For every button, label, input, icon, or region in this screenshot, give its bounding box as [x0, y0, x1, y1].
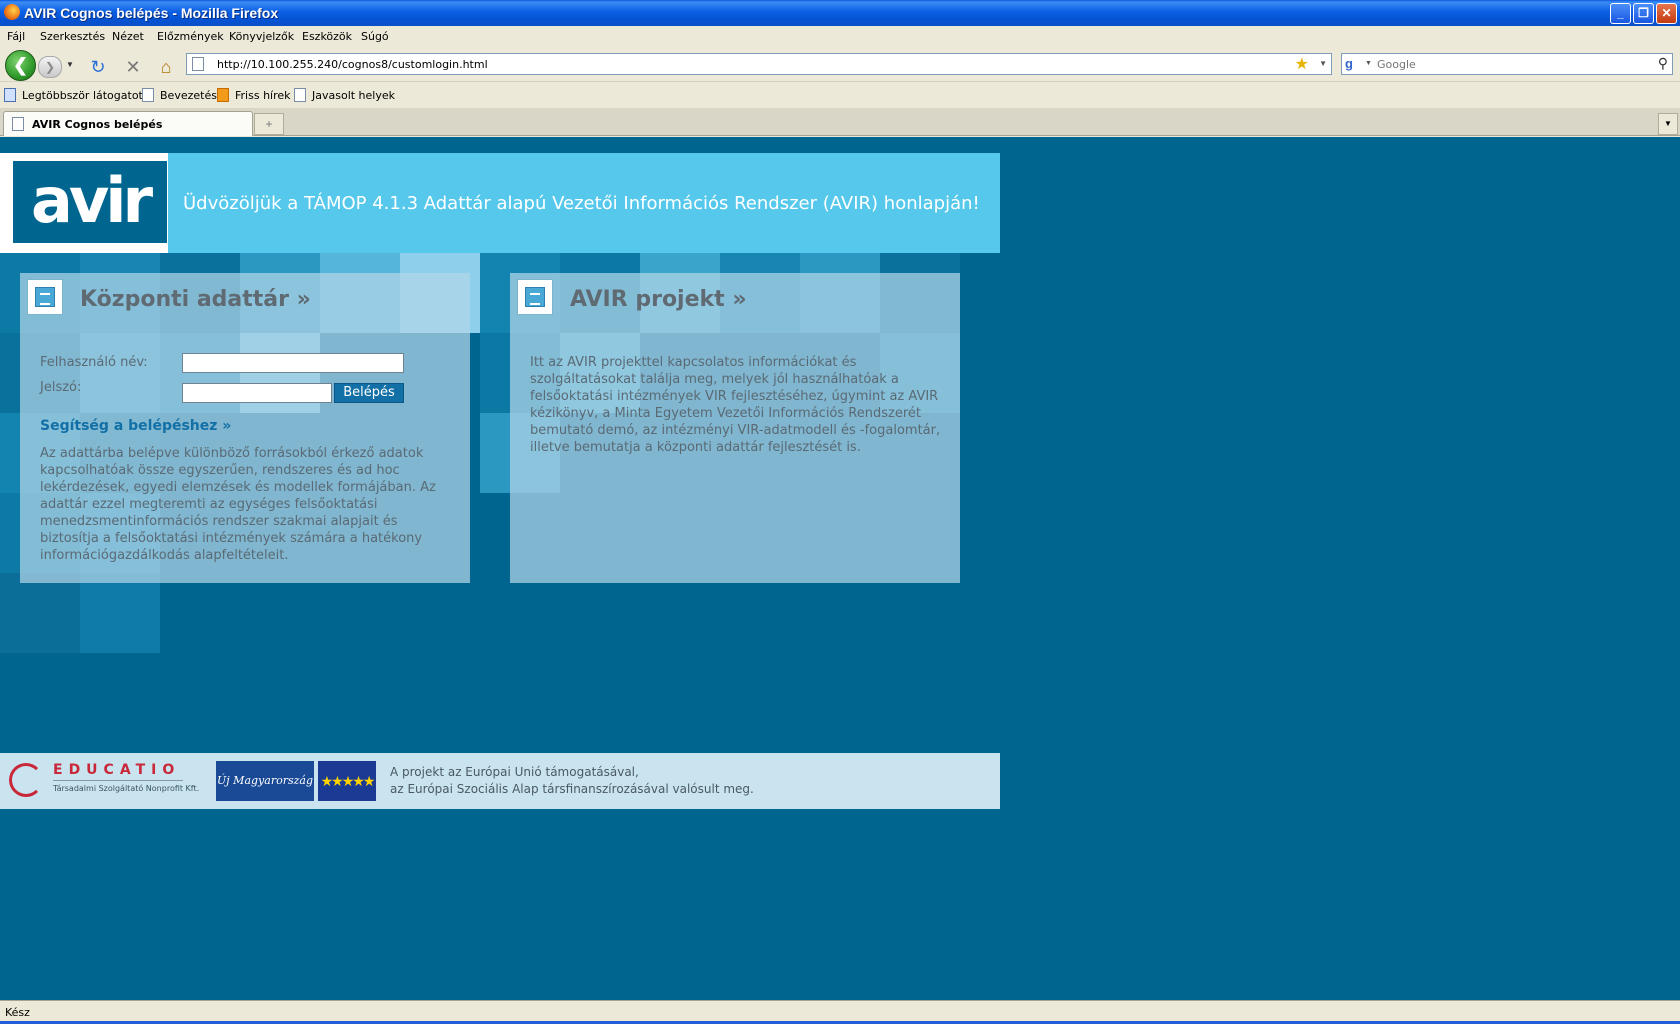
password-field[interactable]	[182, 383, 332, 403]
page-icon	[294, 88, 306, 102]
avir-logo: avir	[0, 153, 168, 253]
search-bar[interactable]: g ▼ ⚲	[1341, 53, 1673, 75]
reload-icon[interactable]: ↻	[87, 56, 109, 78]
window-titlebar: AVIR Cognos belépés - Mozilla Firefox _ …	[0, 0, 1680, 26]
status-text: Kész	[5, 1006, 30, 1019]
new-tab-button[interactable]: +	[254, 113, 284, 135]
footer-text-line2: az Európai Szociális Alap társfinanszíro…	[390, 782, 754, 796]
back-button[interactable]: ❮	[5, 50, 36, 81]
uj-magyarorszag-logo: Új Magyarország	[216, 761, 314, 801]
avir-project-title[interactable]: AVIR projekt »	[570, 287, 747, 312]
close-button[interactable]: ✕	[1656, 3, 1677, 24]
search-engine-dropdown-icon[interactable]: ▼	[1365, 60, 1372, 67]
restore-button[interactable]: ❐	[1633, 3, 1654, 24]
educatio-logo-icon	[9, 763, 43, 797]
bookmark-news[interactable]: Friss hírek	[217, 88, 291, 102]
username-label: Felhasználó név:	[40, 355, 148, 370]
site-footer: EDUCATIO Társadalmi Szolgáltató Nonprofi…	[0, 753, 1000, 809]
notepad-icon-inner	[525, 287, 545, 307]
notepad-icon	[27, 279, 63, 315]
bookmark-intro[interactable]: Bevezetés	[142, 88, 217, 102]
bookmarks-toolbar: Legtöbbször látogatott Bevezetés Friss h…	[0, 83, 1680, 107]
menu-file[interactable]: Fájl	[7, 30, 25, 43]
url-dropdown-icon[interactable]: ▼	[1319, 59, 1327, 68]
status-bar: Kész	[0, 1000, 1680, 1024]
menu-help[interactable]: Súgó	[361, 30, 389, 43]
history-dropdown-icon[interactable]: ▼	[66, 60, 74, 69]
bookmark-most-visited[interactable]: Legtöbbször látogatott	[4, 88, 147, 102]
login-button[interactable]: Belépés	[334, 383, 404, 403]
home-icon[interactable]: ⌂	[155, 56, 177, 78]
menu-history[interactable]: Előzmények	[157, 30, 224, 43]
central-repository-description: Az adattárba belépve különböző forrásokb…	[40, 446, 436, 563]
mosaic-tile	[0, 573, 80, 653]
window-title: AVIR Cognos belépés - Mozilla Firefox	[24, 5, 279, 21]
menu-tools[interactable]: Eszközök	[302, 30, 352, 43]
menu-bar: Fájl Szerkesztés Nézet Előzmények Könyvj…	[0, 26, 1680, 48]
username-field[interactable]	[182, 353, 404, 373]
password-label: Jelszó:	[40, 380, 82, 395]
list-all-tabs-icon[interactable]: ▼	[1658, 113, 1678, 135]
logo-text: avir	[31, 164, 153, 237]
page-icon	[12, 117, 24, 131]
tab-label: AVIR Cognos belépés	[32, 118, 163, 131]
logo-box: avir	[13, 161, 167, 243]
notepad-icon-inner	[35, 287, 55, 307]
educatio-name: EDUCATIO	[53, 762, 181, 778]
forward-button[interactable]: ❯	[38, 56, 62, 78]
tab-avir-cognos[interactable]: AVIR Cognos belépés	[3, 111, 253, 136]
educatio-subtitle: Társadalmi Szolgáltató Nonprofit Kft.	[53, 784, 200, 793]
navigation-toolbar: ❮ ❯ ▼ ↻ ✕ ⌂ http://10.100.255.240/cognos…	[0, 48, 1680, 82]
search-icon[interactable]: ⚲	[1658, 55, 1668, 72]
menu-bookmarks[interactable]: Könyvjelzők	[229, 30, 294, 43]
eu-flag-icon: ★★★★★	[318, 761, 376, 801]
menu-view[interactable]: Nézet	[112, 30, 144, 43]
mosaic-tile	[80, 573, 160, 653]
minimize-button[interactable]: _	[1610, 3, 1631, 24]
tab-strip: AVIR Cognos belépés + ▼	[0, 108, 1680, 136]
search-input[interactable]	[1377, 56, 1637, 72]
page-icon	[192, 57, 204, 71]
address-url[interactable]: http://10.100.255.240/cognos8/customlogi…	[217, 58, 488, 71]
bookmark-suggested[interactable]: Javasolt helyek	[294, 88, 395, 102]
avir-project-description: Itt az AVIR projekttel kapcsolatos infor…	[530, 355, 941, 455]
login-help-link[interactable]: Segítség a belépéshez »	[40, 418, 231, 434]
site-header: avir Üdvözöljük a TÁMOP 4.1.3 Adattár al…	[0, 153, 1000, 253]
central-repository-panel: Központi adattár » Felhasználó név: Jels…	[20, 273, 470, 583]
page-content: avir Üdvözöljük a TÁMOP 4.1.3 Adattár al…	[0, 137, 1680, 1000]
avir-project-panel: AVIR projekt » Itt az AVIR projekttel ka…	[510, 273, 960, 583]
page-icon	[142, 88, 154, 102]
rss-icon	[217, 88, 229, 102]
stop-icon[interactable]: ✕	[122, 56, 144, 78]
menu-edit[interactable]: Szerkesztés	[40, 30, 105, 43]
educatio-divider	[53, 780, 183, 781]
google-icon[interactable]: g	[1345, 56, 1361, 72]
bookmark-star-icon[interactable]: ★	[1295, 54, 1309, 74]
notepad-icon	[517, 279, 553, 315]
bookmark-folder-icon	[4, 88, 16, 102]
welcome-text: Üdvözöljük a TÁMOP 4.1.3 Adattár alapú V…	[183, 193, 980, 214]
firefox-icon	[4, 4, 20, 20]
central-repository-title[interactable]: Központi adattár »	[80, 287, 311, 312]
footer-text-line1: A projekt az Európai Unió támogatásával,	[390, 765, 639, 779]
address-bar[interactable]: http://10.100.255.240/cognos8/customlogi…	[186, 53, 1332, 75]
